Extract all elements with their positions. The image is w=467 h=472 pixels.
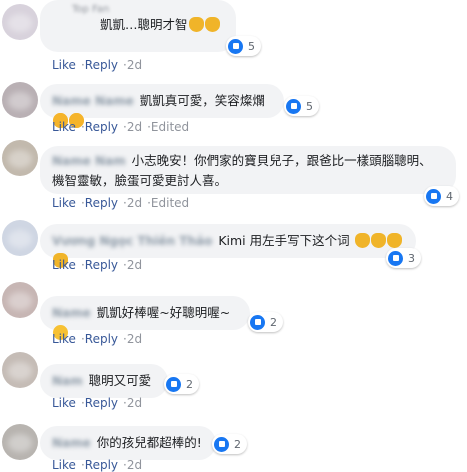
timestamp[interactable]: 2d [127, 196, 142, 210]
like-link[interactable]: Like [52, 458, 76, 472]
comment-actions: Like ·Reply ·2d ·Edited [52, 196, 190, 210]
reply-link[interactable]: Reply [85, 258, 118, 272]
author-name[interactable]: Name Nam [52, 152, 126, 171]
clap-emoji-icon [188, 17, 204, 32]
edited-label[interactable]: Edited [151, 120, 189, 134]
comment-actions: Like ·Reply ·2d [52, 458, 143, 472]
comment-actions: Like ·Reply ·2d [52, 258, 143, 272]
reply-link[interactable]: Reply [85, 196, 118, 210]
comment-bubble: Name 凱凱好棒喔~好聰明喔~ [40, 296, 250, 340]
avatar[interactable] [2, 424, 38, 460]
reaction-count[interactable]: 2 [164, 374, 199, 394]
like-link[interactable]: Like [52, 332, 76, 346]
timestamp[interactable]: 2d [127, 332, 142, 346]
comment-bubble: Name Nam 小志晚安！你們家的寶貝兒子，跟爸比一樣頭腦聰明、機智靈敏，臉蛋可… [40, 146, 456, 194]
comment-bubble: Nam 聰明又可愛 [40, 364, 168, 398]
timestamp[interactable]: 2d [127, 396, 142, 410]
reply-link[interactable]: Reply [85, 120, 118, 134]
clap-emoji-icon [354, 233, 370, 248]
comment-actions: Like ·Reply ·2d [52, 332, 143, 346]
avatar[interactable] [2, 140, 38, 176]
like-reaction-icon [426, 188, 441, 204]
like-reaction-icon [286, 98, 301, 114]
author-name[interactable]: Name [52, 303, 91, 323]
comment-text: 聰明又可愛 [88, 373, 152, 388]
like-reaction-icon [250, 314, 265, 330]
clap-emoji-icon [370, 233, 386, 248]
author-name[interactable]: Name Name [52, 91, 134, 111]
comment-text: 凱凱真可愛，笑容燦爛 [139, 93, 265, 108]
like-reaction-icon [228, 38, 243, 54]
reply-link[interactable]: Reply [85, 332, 118, 346]
like-link[interactable]: Like [52, 120, 76, 134]
comment-text: 凱凱好棒喔~好聰明喔~ [96, 305, 231, 320]
timestamp[interactable]: 2d [127, 258, 142, 272]
comment-bubble: Name Name 凱凱真可愛，笑容燦爛 [40, 84, 284, 128]
comment-actions: Like ·Reply ·2d [52, 396, 143, 410]
like-reaction-icon [388, 250, 403, 266]
timestamp[interactable]: 2d [127, 58, 142, 72]
comment-bubble: Name 你的孩兒都超棒的! [40, 426, 216, 460]
reaction-count[interactable]: 2 [248, 312, 283, 332]
reaction-count[interactable]: 2 [212, 434, 247, 454]
reply-link[interactable]: Reply [85, 458, 118, 472]
comment-actions: Like ·Reply ·2d [52, 58, 143, 72]
clap-emoji-icon [204, 17, 220, 32]
avatar[interactable] [2, 4, 38, 40]
avatar[interactable] [2, 220, 38, 256]
avatar[interactable] [2, 352, 38, 388]
comment-text: 凱凱…聰明才智 [100, 17, 188, 32]
like-reaction-icon [214, 436, 229, 452]
avatar[interactable] [2, 282, 38, 318]
like-link[interactable]: Like [52, 396, 76, 410]
reply-link[interactable]: Reply [85, 58, 118, 72]
comment-bubble: Top Fan 凱凱…聰明才智 [40, 0, 236, 52]
reaction-count[interactable]: 3 [386, 248, 421, 268]
reaction-count[interactable]: 4 [424, 186, 459, 206]
top-fan-badge: Top Fan [72, 4, 110, 15]
comment-actions: Like ·Reply ·2d ·Edited [52, 120, 190, 134]
like-link[interactable]: Like [52, 258, 76, 272]
comment-text: 你的孩兒都超棒的! [96, 435, 202, 450]
edited-label[interactable]: Edited [151, 196, 189, 210]
clap-emoji-icon [386, 233, 402, 248]
author-name[interactable]: Vương Ngọc Thiên Thảo [52, 231, 212, 251]
avatar[interactable] [2, 82, 38, 118]
reply-link[interactable]: Reply [85, 396, 118, 410]
comment-text: Kimi 用左手写下这个词 [218, 233, 350, 248]
timestamp[interactable]: 2d [127, 458, 142, 472]
reaction-count[interactable]: 5 [226, 36, 261, 56]
like-link[interactable]: Like [52, 196, 76, 210]
author-name[interactable]: Name [52, 433, 91, 453]
author-name[interactable]: Nam [52, 371, 83, 391]
author-name[interactable] [74, 19, 100, 29]
comment-bubble: Vương Ngọc Thiên Thảo Kimi 用左手写下这个词 [40, 224, 416, 268]
timestamp[interactable]: 2d [127, 120, 142, 134]
like-link[interactable]: Like [52, 58, 76, 72]
like-reaction-icon [166, 376, 181, 392]
reaction-count[interactable]: 5 [284, 96, 319, 116]
